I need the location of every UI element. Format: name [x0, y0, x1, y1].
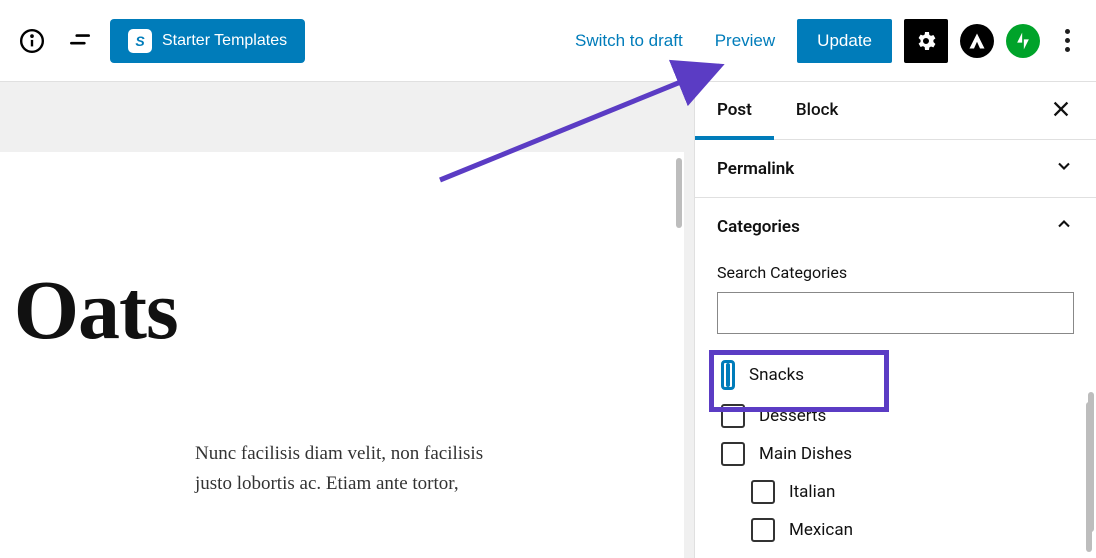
chevron-down-icon [1054, 156, 1074, 181]
permalink-label: Permalink [717, 159, 794, 179]
checkbox[interactable] [721, 442, 745, 466]
checkbox[interactable] [751, 480, 775, 504]
jetpack-icon[interactable] [1006, 24, 1040, 58]
categories-label: Categories [717, 217, 800, 237]
category-item-snacks[interactable]: Snacks [717, 346, 1074, 397]
panel-permalink[interactable]: Permalink [695, 140, 1096, 198]
tab-block[interactable]: Block [774, 82, 860, 140]
switch-to-draft-button[interactable]: Switch to draft [565, 23, 693, 59]
post-title[interactable]: thy Oats [0, 262, 684, 359]
search-categories-input[interactable] [717, 292, 1074, 334]
starter-templates-label: Starter Templates [162, 32, 287, 50]
category-item-italian[interactable]: Italian [747, 473, 1074, 511]
list-view-icon[interactable] [62, 23, 98, 59]
astra-icon[interactable] [960, 24, 994, 58]
checkbox[interactable] [726, 363, 730, 387]
categories-panel-body: Search Categories Snacks Desserts Main D… [695, 255, 1096, 558]
close-icon [1050, 98, 1072, 120]
update-button[interactable]: Update [797, 19, 892, 63]
starter-templates-button[interactable]: S Starter Templates [110, 19, 305, 63]
editor-canvas[interactable]: thy Oats Nunc facilisis diam velit, non … [0, 152, 684, 558]
category-label: Mexican [789, 520, 853, 540]
more-options-button[interactable] [1052, 21, 1082, 60]
checkbox[interactable] [751, 518, 775, 542]
sidebar-tabs: Post Block [695, 82, 1096, 140]
post-body-line: justo lobortis ac. Etiam ante tortor, [195, 473, 459, 494]
category-item-desserts[interactable]: Desserts [717, 397, 1074, 435]
starter-badge-icon: S [128, 29, 152, 53]
category-label: Main Dishes [759, 444, 852, 464]
settings-button[interactable] [904, 19, 948, 63]
checkbox-highlight [721, 360, 735, 390]
editor-scrollbar[interactable] [676, 158, 682, 228]
post-body[interactable]: Nunc facilisis diam velit, non facilisis… [195, 439, 555, 500]
editor-canvas-wrap: thy Oats Nunc facilisis diam velit, non … [0, 82, 694, 558]
category-item-mexican[interactable]: Mexican [747, 511, 1074, 549]
category-item-main-dishes[interactable]: Main Dishes [717, 435, 1074, 473]
post-body-line: Nunc facilisis diam velit, non facilisis [195, 443, 483, 464]
category-list: Snacks Desserts Main Dishes Italian Mexi… [717, 346, 1074, 549]
search-categories-label: Search Categories [717, 263, 1074, 282]
panel-categories[interactable]: Categories [695, 198, 1096, 255]
info-icon[interactable] [14, 23, 50, 59]
close-sidebar-button[interactable] [1042, 90, 1080, 132]
toolbar: S Starter Templates Switch to draft Prev… [0, 0, 1096, 82]
chevron-up-icon [1054, 214, 1074, 239]
main-area: thy Oats Nunc facilisis diam velit, non … [0, 82, 1096, 558]
checkbox[interactable] [721, 404, 745, 428]
category-label: Desserts [759, 406, 826, 426]
tab-post[interactable]: Post [695, 82, 774, 140]
preview-button[interactable]: Preview [705, 23, 785, 59]
settings-sidebar: Post Block Permalink Categories Search C… [694, 82, 1096, 558]
gear-icon [914, 29, 938, 53]
sidebar-scrollbar[interactable] [1088, 392, 1094, 532]
category-label: Italian [789, 482, 835, 502]
category-label: Snacks [749, 365, 804, 385]
